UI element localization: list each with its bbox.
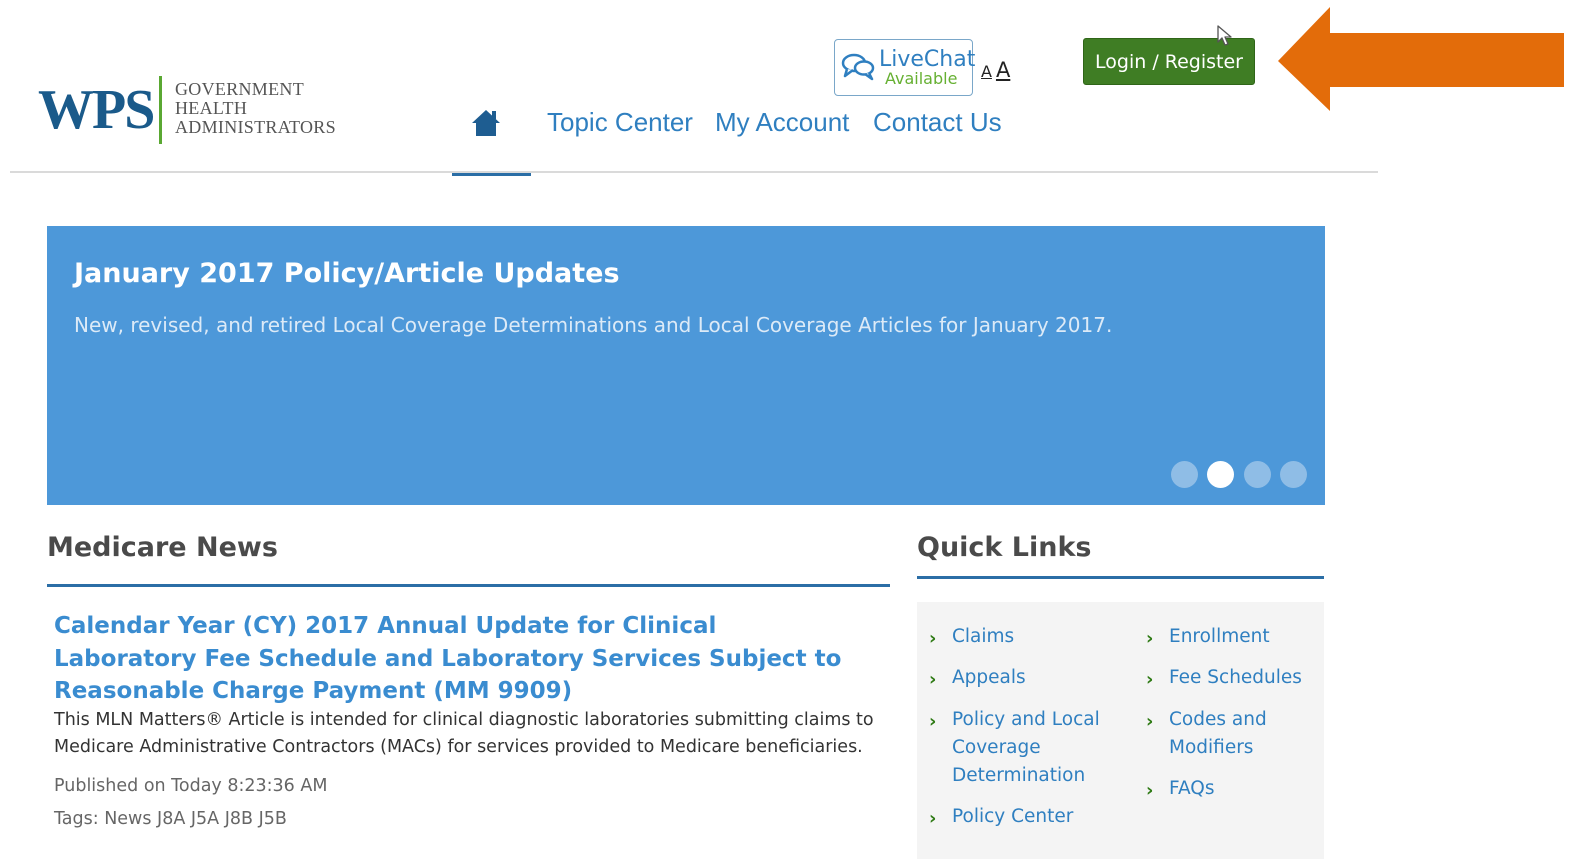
- logo-line-1: GOVERNMENT: [175, 79, 304, 99]
- banner-description: New, revised, and retired Local Coverage…: [74, 313, 1113, 337]
- chat-bubbles-icon: [841, 53, 875, 81]
- medicare-news-heading: Medicare News: [47, 532, 278, 563]
- chevron-right-icon: ›: [1146, 711, 1154, 732]
- banner-title[interactable]: January 2017 Policy/Article Updates: [74, 258, 620, 289]
- livechat-status: Available: [885, 69, 958, 88]
- carousel-dot-2[interactable]: [1207, 461, 1234, 488]
- news-published-date: Published on Today 8:23:36 AM: [54, 776, 328, 796]
- quick-link-label: Codes and Modifiers: [1169, 709, 1267, 758]
- carousel-dot-3[interactable]: [1244, 461, 1271, 488]
- chevron-right-icon: ›: [929, 628, 937, 649]
- quick-links-heading: Quick Links: [917, 532, 1092, 563]
- chevron-right-icon: ›: [1146, 669, 1154, 690]
- font-size-controls: AA: [981, 58, 1014, 82]
- news-article-summary: This MLN Matters® Article is intended fo…: [54, 710, 874, 757]
- home-icon: [472, 110, 500, 136]
- nav-topic-center[interactable]: Topic Center: [547, 107, 693, 138]
- quick-link-label: FAQs: [1169, 778, 1215, 799]
- quick-link-label: Claims: [952, 626, 1015, 647]
- quick-link-label: Policy Center: [952, 806, 1074, 827]
- logo-tagline: GOVERNMENT HEALTH ADMINISTRATORS: [175, 80, 336, 137]
- logo-line-3: ADMINISTRATORS: [175, 117, 336, 137]
- news-article-link[interactable]: Calendar Year (CY) 2017 Annual Update fo…: [54, 610, 864, 708]
- quick-link-label: Fee Schedules: [1169, 667, 1302, 688]
- nav-contact-us[interactable]: Contact Us: [873, 107, 1002, 138]
- quick-link-label: Appeals: [952, 667, 1026, 688]
- chevron-right-icon: ›: [929, 711, 937, 732]
- header-divider: [10, 171, 1378, 173]
- news-divider: [47, 584, 890, 587]
- carousel-dot-1[interactable]: [1171, 461, 1198, 488]
- logo-divider: [159, 76, 162, 144]
- nav-home[interactable]: [452, 100, 531, 176]
- news-tags: Tags: News J8A J5A J8B J5B: [54, 809, 287, 829]
- carousel-dot-4[interactable]: [1280, 461, 1307, 488]
- chevron-right-icon: ›: [929, 808, 937, 829]
- font-size-large-link[interactable]: A: [996, 58, 1010, 82]
- chevron-right-icon: ›: [1146, 780, 1154, 801]
- orange-arrow-icon: [1278, 7, 1564, 111]
- mouse-cursor-icon: [1217, 25, 1232, 46]
- quick-links-divider: [917, 576, 1324, 579]
- quick-links-panel: › Claims › Appeals › Policy and Local Co…: [917, 602, 1324, 859]
- livechat-button[interactable]: LiveChat Available: [834, 39, 975, 96]
- quick-link-label: Policy and Local Coverage Determination: [952, 709, 1100, 786]
- nav-my-account[interactable]: My Account: [715, 107, 849, 138]
- chevron-right-icon: ›: [1146, 628, 1154, 649]
- chevron-right-icon: ›: [929, 669, 937, 690]
- hero-carousel[interactable]: January 2017 Policy/Article Updates New,…: [47, 226, 1325, 505]
- logo-brand: WPS: [38, 79, 155, 141]
- font-size-small-link[interactable]: A: [981, 62, 992, 81]
- logo-line-2: HEALTH: [175, 98, 248, 118]
- quick-link-label: Enrollment: [1169, 626, 1270, 647]
